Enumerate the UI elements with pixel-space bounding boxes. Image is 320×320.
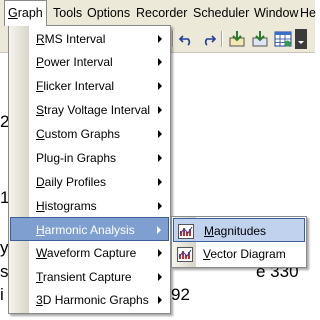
download-icon[interactable]	[227, 29, 247, 49]
menu-item-label: 3D Harmonic Graphs	[36, 293, 149, 307]
menu-item-histograms[interactable]: Histograms	[10, 194, 169, 218]
toolbar-separator	[221, 31, 223, 47]
menu-item-power-interval[interactable]: Power Interval	[10, 50, 169, 74]
submenu-arrow-icon	[158, 82, 162, 90]
menu-item-flicker-interval[interactable]: Flicker Interval	[10, 74, 169, 98]
menu-item-label: Flicker Interval	[36, 79, 115, 93]
submenu-arrow-icon	[158, 202, 162, 210]
menu-item-custom-graphs[interactable]: Custom Graphs	[10, 122, 169, 146]
menu-item-label: Magnitudes	[204, 224, 267, 238]
background-text-b: 92	[171, 285, 190, 304]
submenu-arrow-icon	[157, 226, 161, 234]
menu-item-vector-diagram[interactable]: Vector Diagram	[173, 242, 305, 266]
menu-tools[interactable]: Tools	[50, 0, 85, 26]
bar-graph-icon	[177, 246, 193, 262]
submenu-arrow-icon	[158, 58, 162, 66]
menu-item-harmonic-analysis[interactable]: Harmonic Analysis	[10, 217, 169, 241]
download-all-icon[interactable]	[250, 29, 270, 49]
undo-icon[interactable]	[177, 29, 197, 49]
menu-item-label: Waveform Capture	[36, 246, 137, 260]
submenu-arrow-icon	[158, 249, 162, 257]
menu-item-rms-interval[interactable]: RMS Interval	[10, 27, 169, 51]
bar-graph-icon	[178, 223, 194, 239]
menu-help[interactable]: He	[297, 0, 319, 26]
menu-item-label: RMS Interval	[36, 32, 106, 46]
menu-window[interactable]: Window	[251, 0, 301, 26]
menu-scheduler[interactable]: Scheduler	[190, 0, 252, 26]
harmonic-analysis-submenu: Magnitudes Vector Diagram	[171, 216, 307, 268]
submenu-arrow-icon	[158, 154, 162, 162]
redo-icon[interactable]	[198, 29, 218, 49]
dropdown-icon[interactable]	[295, 29, 307, 49]
submenu-arrow-icon	[158, 35, 162, 43]
menu-item-magnitudes[interactable]: Magnitudes	[173, 218, 305, 242]
menu-recorder[interactable]: Recorder	[133, 0, 190, 26]
menu-item-label: Stray Voltage Interval	[36, 103, 151, 117]
menu-item-label: Harmonic Analysis	[36, 223, 135, 237]
submenu-arrow-icon	[158, 130, 162, 138]
graph-menu: RMS Interval Power Interval Flicker Inte…	[8, 25, 171, 314]
menu-item-label: Vector Diagram	[203, 247, 286, 261]
menu-item-transient-capture[interactable]: Transient Capture	[10, 265, 169, 289]
submenu-arrow-icon	[158, 178, 162, 186]
submenu-arrow-icon	[158, 106, 162, 114]
menu-item-label: Custom Graphs	[36, 127, 121, 141]
menu-item-label: Histograms	[36, 199, 97, 213]
submenu-arrow-icon	[158, 273, 162, 281]
menu-bar: Graph Tools Options Recorder Scheduler W…	[0, 0, 316, 27]
background-text-fragment: i	[0, 285, 4, 304]
table-icon[interactable]	[273, 29, 293, 49]
toolbar-separator	[172, 31, 174, 47]
menu-item-waveform-capture[interactable]: Waveform Capture	[10, 241, 169, 265]
menu-item-label: Power Interval	[36, 55, 113, 69]
menu-options[interactable]: Options	[84, 0, 133, 26]
menu-item-3d-harmonic-graphs[interactable]: 3D Harmonic Graphs	[10, 288, 169, 312]
menu-graph[interactable]: Graph	[4, 0, 47, 26]
menu-item-label: Daily Profiles	[36, 175, 107, 189]
menu-item-label: Plug-in Graphs	[36, 151, 117, 165]
submenu-arrow-icon	[158, 296, 162, 304]
menu-item-stray-voltage-interval[interactable]: Stray Voltage Interval	[10, 98, 169, 122]
menu-graph-label: raph	[17, 6, 43, 20]
menu-graph-mnemonic: G	[8, 6, 18, 20]
menu-item-label: Transient Capture	[36, 270, 132, 284]
menu-item-daily-profiles[interactable]: Daily Profiles	[10, 170, 169, 194]
menu-item-plugin-graphs[interactable]: Plug-in Graphs	[10, 146, 169, 170]
